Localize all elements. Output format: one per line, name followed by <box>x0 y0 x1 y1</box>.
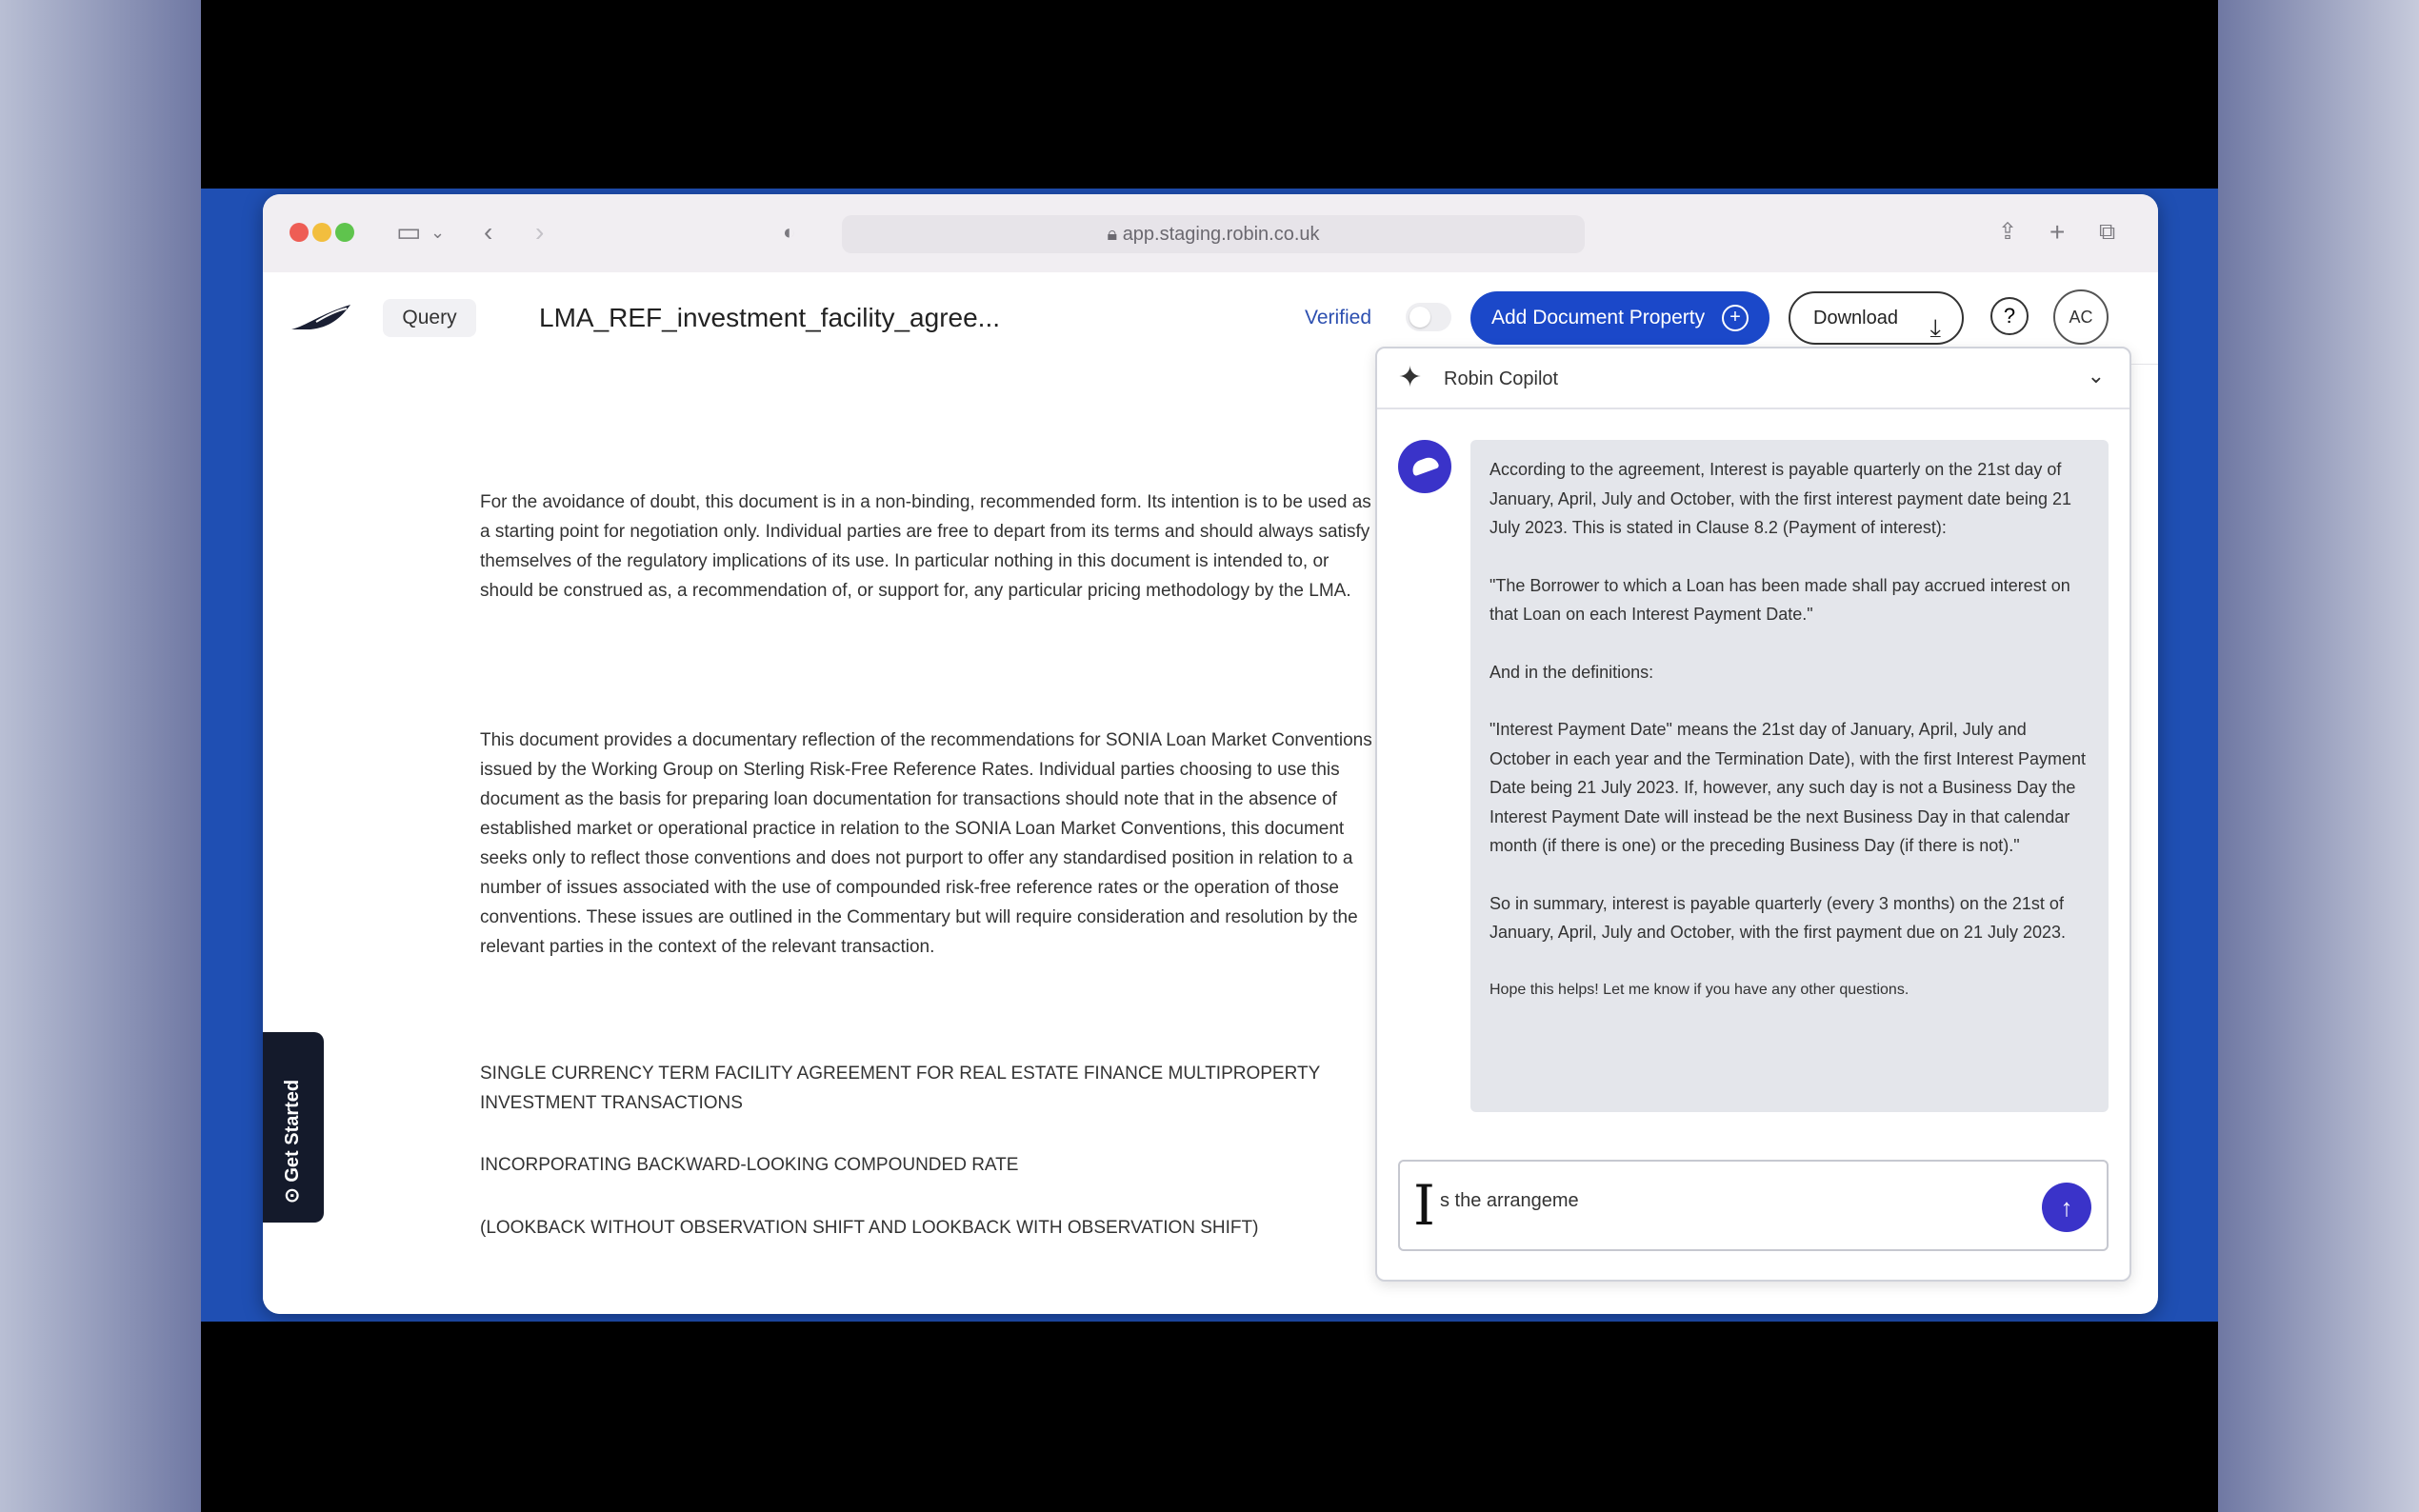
verified-toggle[interactable] <box>1406 303 1451 331</box>
chevron-down-icon[interactable]: ⌄ <box>430 215 445 249</box>
add-document-property-label: Add Document Property <box>1491 307 1706 328</box>
user-avatar[interactable]: AC <box>2053 289 2109 345</box>
sidebar-toggle-icon[interactable]: ▭ <box>396 215 421 249</box>
send-arrow-icon: ↑ <box>2060 1193 2073 1222</box>
document-viewer: For the avoidance of doubt, this documen… <box>263 364 1377 1314</box>
message-paragraph: And in the definitions: <box>1489 662 1654 682</box>
document-paragraph: This document provides a documentary ref… <box>480 730 1372 957</box>
privacy-shield-icon[interactable]: ◐ <box>783 215 795 249</box>
document-title: LMA_REF_investment_facility_agree... <box>539 303 1000 332</box>
add-document-property-button[interactable]: Add Document Property + <box>1470 291 1769 345</box>
robin-logo[interactable] <box>288 301 354 335</box>
browser-toolbar: ▭ ⌄ ‹ › ◐ 🔒︎ app.staging.robin.co.uk ⇪ +… <box>263 194 2158 273</box>
document-heading: INCORPORATING BACKWARD-LOOKING COMPOUNDE… <box>480 1155 1019 1175</box>
minimize-window-button[interactable] <box>312 223 331 242</box>
tab-overview-icon[interactable]: ⧉ <box>2099 215 2115 249</box>
letterbox-top <box>201 0 2218 189</box>
get-started-label: ⊙ Get Started <box>282 1079 303 1204</box>
message-paragraph: Hope this helps! Let me know if you have… <box>1489 981 1909 998</box>
copilot-panel: ✦ Robin Copilot ⌄ According to the agree… <box>1375 347 2131 1282</box>
copilot-header: ✦ Robin Copilot ⌄ <box>1377 348 2129 409</box>
close-window-button[interactable] <box>290 223 309 242</box>
message-paragraph: According to the agreement, Interest is … <box>1489 460 2071 537</box>
verified-label: Verified <box>1305 307 1372 328</box>
document-heading: (LOOKBACK WITHOUT OBSERVATION SHIFT AND … <box>480 1218 1259 1238</box>
download-button[interactable]: Download ⤓ <box>1789 291 1964 345</box>
letterbox-bottom <box>201 1322 2218 1512</box>
zoom-window-button[interactable] <box>335 223 354 242</box>
download-label: Download <box>1813 308 1898 328</box>
copilot-title: Robin Copilot <box>1444 368 1559 389</box>
message-paragraph: "The Borrower to which a Loan has been m… <box>1489 575 2070 625</box>
copilot-avatar <box>1398 440 1451 493</box>
message-paragraph: So in summary, interest is payable quart… <box>1489 893 2067 943</box>
address-text: app.staging.robin.co.uk <box>1122 224 1320 245</box>
get-started-tab[interactable]: ⊙ Get Started <box>263 1032 324 1223</box>
share-icon[interactable]: ⇪ <box>1998 215 2017 249</box>
send-button[interactable]: ↑ <box>2042 1183 2091 1232</box>
plus-icon[interactable]: + <box>2049 215 2065 249</box>
message-paragraph: "Interest Payment Date" means the 21st d… <box>1489 720 2086 855</box>
lock-icon: 🔒︎ <box>1107 224 1123 245</box>
forward-arrow-icon[interactable]: › <box>535 215 544 249</box>
sparkle-icon: ✦ <box>1398 362 1423 393</box>
chat-input-text: s the arrangeme <box>1440 1190 1579 1211</box>
back-arrow-icon[interactable]: ‹ <box>484 215 492 249</box>
download-icon: ⤓ <box>1929 313 1942 342</box>
document-paragraph: For the avoidance of doubt, this documen… <box>480 492 1371 601</box>
browser-window: ▭ ⌄ ‹ › ◐ 🔒︎ app.staging.robin.co.uk ⇪ +… <box>263 194 2158 1314</box>
document-heading: SINGLE CURRENCY TERM FACILITY AGREEMENT … <box>480 1064 1320 1113</box>
video-side-blur-right <box>2218 0 2419 1512</box>
help-icon[interactable]: ? <box>1990 297 2029 335</box>
chat-input[interactable]: I s the arrangeme ↑ <box>1398 1160 2109 1251</box>
video-side-blur-left <box>0 0 201 1512</box>
plus-circle-icon: + <box>1722 305 1749 331</box>
query-button[interactable]: Query <box>383 299 476 337</box>
copilot-message: According to the agreement, Interest is … <box>1470 440 2109 1112</box>
chevron-down-icon[interactable]: ⌄ <box>2088 362 2105 390</box>
text-cursor-icon: I <box>1413 1173 1435 1238</box>
address-bar[interactable]: 🔒︎ app.staging.robin.co.uk <box>842 215 1585 253</box>
